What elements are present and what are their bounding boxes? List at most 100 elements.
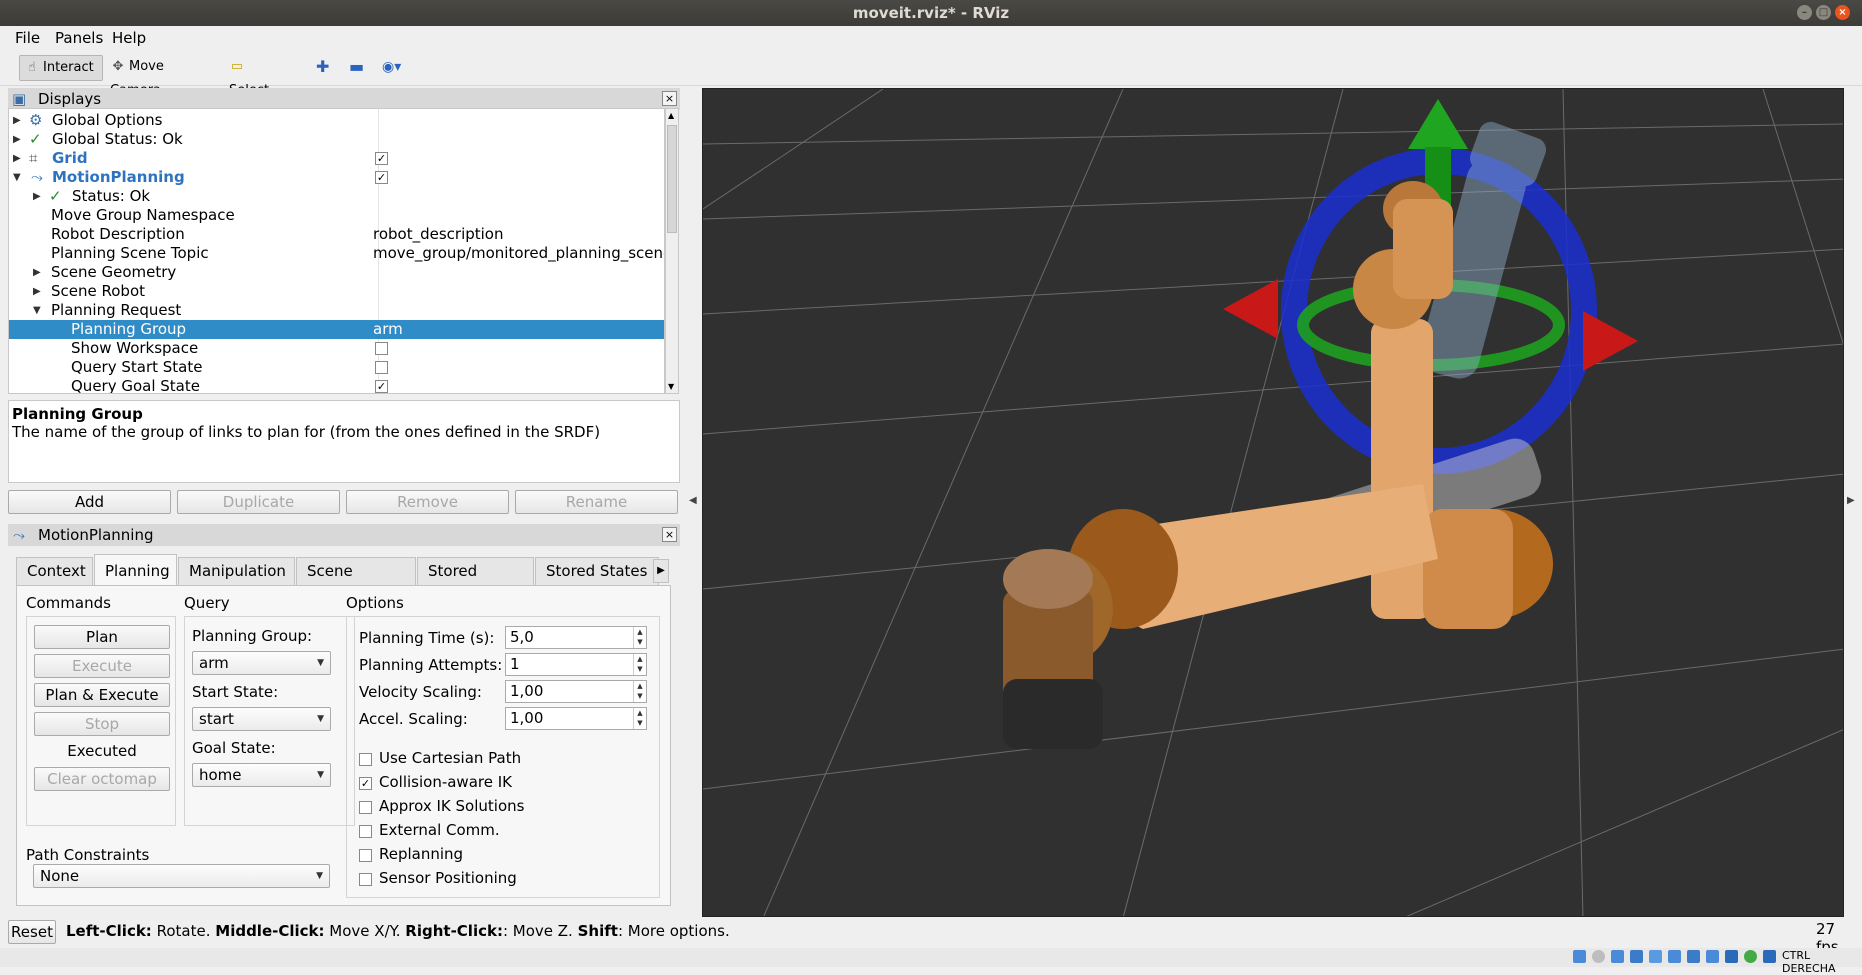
tree-row-robot-description[interactable]: Robot Description robot_description	[9, 225, 664, 244]
close-icon[interactable]: ×	[1835, 5, 1850, 20]
tree-row-planning-request[interactable]: ▼ Planning Request	[9, 301, 664, 320]
collision-aware-ik-checkbox[interactable]: ✓	[359, 777, 372, 790]
tree-row-grid[interactable]: ▶ ⌗ Grid ✓	[9, 149, 664, 168]
expand-arrow-icon[interactable]: ▶	[33, 263, 41, 282]
tray-icon-7[interactable]	[1687, 950, 1700, 963]
robot-scene[interactable]	[703, 89, 1844, 917]
tree-value[interactable]: robot_description	[373, 225, 504, 244]
tab-stored-states[interactable]: Stored States	[535, 557, 659, 585]
maximize-icon[interactable]: □	[1816, 5, 1831, 20]
stop-button[interactable]: Stop	[34, 712, 170, 736]
tray-icon-8[interactable]	[1706, 950, 1719, 963]
tree-row-scene-robot[interactable]: ▶ Scene Robot	[9, 282, 664, 301]
query-start-state-checkbox[interactable]	[375, 361, 388, 374]
planning-attempts-input[interactable]: 1 ▲ ▼	[505, 653, 647, 676]
expand-arrow-icon[interactable]: ▶	[13, 149, 21, 168]
tree-row-motion-planning[interactable]: ▼ ⤳ MotionPlanning ✓	[9, 168, 664, 187]
motion-planning-enabled-checkbox[interactable]: ✓	[375, 171, 388, 184]
tray-icon-6[interactable]	[1668, 950, 1681, 963]
tray-icon-1[interactable]	[1573, 950, 1586, 963]
add-tool-icon[interactable]: ✚	[312, 55, 336, 81]
tab-manipulation[interactable]: Manipulation	[178, 557, 295, 585]
tree-row-show-workspace[interactable]: Show Workspace	[9, 339, 664, 358]
plan-execute-button[interactable]: Plan & Execute	[34, 683, 170, 707]
displays-scrollbar[interactable]: ▲ ▼	[665, 108, 679, 394]
execute-button[interactable]: Execute	[34, 654, 170, 678]
duplicate-display-button[interactable]: Duplicate	[177, 490, 340, 514]
tab-planning[interactable]: Planning	[94, 554, 177, 586]
path-constraints-select[interactable]: None ▼	[33, 864, 330, 888]
tab-stored-scenes[interactable]: Stored Scenes	[417, 557, 534, 606]
external-comm-checkbox[interactable]	[359, 825, 372, 838]
tree-row-query-start-state[interactable]: Query Start State	[9, 358, 664, 377]
collapse-arrow-icon[interactable]: ▼	[13, 168, 21, 187]
tree-row-planning-scene-topic[interactable]: Planning Scene Topic move_group/monitore…	[9, 244, 664, 263]
planning-time-input[interactable]: 5,0 ▲ ▼	[505, 626, 647, 649]
collapse-left-icon[interactable]: ◀	[689, 495, 697, 506]
tab-scroll-right-icon[interactable]: ▶	[653, 559, 669, 583]
tray-icon-2[interactable]	[1592, 950, 1605, 963]
tree-row-scene-geometry[interactable]: ▶ Scene Geometry	[9, 263, 664, 282]
reset-button[interactable]: Reset	[8, 920, 56, 944]
spin-arrows-icon[interactable]: ▲ ▼	[633, 627, 646, 648]
scroll-up-icon[interactable]: ▲	[668, 111, 674, 120]
expand-arrow-icon[interactable]: ▶	[33, 282, 41, 301]
approx-ik-checkbox[interactable]	[359, 801, 372, 814]
spin-arrows-icon[interactable]: ▲ ▼	[633, 681, 646, 702]
planning-group-select[interactable]: arm ▼	[192, 651, 331, 675]
clear-octomap-button[interactable]: Clear octomap	[34, 767, 170, 791]
view-tool-icon[interactable]: ◉▾	[378, 55, 406, 81]
sensor-positioning-checkbox[interactable]	[359, 873, 372, 886]
move-arrow-left[interactable]	[1223, 279, 1278, 339]
displays-tree[interactable]: ▶ ⚙ Global Options ▶ ✓ Global Status: Ok…	[8, 108, 665, 394]
scroll-down-icon[interactable]: ▼	[668, 382, 674, 391]
goal-state-select[interactable]: home ▼	[192, 763, 331, 787]
tree-row-move-group-namespace[interactable]: Move Group Namespace	[9, 206, 664, 225]
collapse-arrow-icon[interactable]: ▼	[33, 301, 41, 320]
close-panel-icon[interactable]: ×	[662, 527, 677, 542]
plan-button[interactable]: Plan	[34, 625, 170, 649]
move-arrow-up[interactable]	[1408, 99, 1468, 149]
expand-arrow-icon[interactable]: ▶	[13, 111, 21, 130]
tree-value[interactable]: move_group/monitored_planning_scene	[373, 244, 664, 263]
tab-scene-objects[interactable]: Scene Objects	[296, 557, 416, 606]
remove-display-button[interactable]: Remove	[346, 490, 509, 514]
select-tool-button[interactable]: ▭Select	[225, 55, 287, 98]
tree-row-planning-group[interactable]: Planning Group arm	[9, 320, 664, 339]
tray-icon-11[interactable]	[1763, 950, 1776, 963]
tab-context[interactable]: Context	[16, 557, 93, 585]
menu-help[interactable]: Help	[112, 29, 146, 47]
expand-arrow-icon[interactable]: ▶	[33, 187, 41, 206]
minimize-icon[interactable]: –	[1797, 5, 1812, 20]
collapse-right-icon[interactable]: ▶	[1847, 495, 1855, 506]
accel-scaling-input[interactable]: 1,00 ▲ ▼	[505, 707, 647, 730]
tray-icon-4[interactable]	[1630, 950, 1643, 963]
spin-arrows-icon[interactable]: ▲ ▼	[633, 708, 646, 729]
tree-row-global-status[interactable]: ▶ ✓ Global Status: Ok	[9, 130, 664, 149]
query-goal-state-checkbox[interactable]: ✓	[375, 380, 388, 393]
start-state-select[interactable]: start ▼	[192, 707, 331, 731]
tree-value[interactable]: arm	[373, 320, 403, 339]
grid-enabled-checkbox[interactable]: ✓	[375, 152, 388, 165]
replanning-checkbox[interactable]	[359, 849, 372, 862]
spin-arrows-icon[interactable]: ▲ ▼	[633, 654, 646, 675]
add-display-button[interactable]: Add	[8, 490, 171, 514]
rename-display-button[interactable]: Rename	[515, 490, 678, 514]
tree-row-status[interactable]: ▶ ✓ Status: Ok	[9, 187, 664, 206]
move-camera-tool-button[interactable]: ✥Move Camera	[106, 55, 214, 98]
render-viewport[interactable]	[702, 88, 1844, 917]
tray-icon-9[interactable]	[1725, 950, 1738, 963]
scroll-thumb[interactable]	[667, 125, 677, 233]
remove-tool-icon[interactable]: ▬	[345, 55, 369, 81]
velocity-scaling-input[interactable]: 1,00 ▲ ▼	[505, 680, 647, 703]
tray-icon-3[interactable]	[1611, 950, 1624, 963]
tray-icon-5[interactable]	[1649, 950, 1662, 963]
use-cartesian-path-checkbox[interactable]	[359, 753, 372, 766]
tree-row-query-goal-state[interactable]: Query Goal State ✓	[9, 377, 664, 393]
show-workspace-checkbox[interactable]	[375, 342, 388, 355]
menu-panels[interactable]: Panels	[55, 29, 103, 47]
tree-row-global-options[interactable]: ▶ ⚙ Global Options	[9, 111, 664, 130]
close-panel-icon[interactable]: ×	[662, 91, 677, 106]
tray-icon-10[interactable]	[1744, 950, 1757, 963]
interact-tool-button[interactable]: ☝ Interact	[19, 55, 103, 81]
